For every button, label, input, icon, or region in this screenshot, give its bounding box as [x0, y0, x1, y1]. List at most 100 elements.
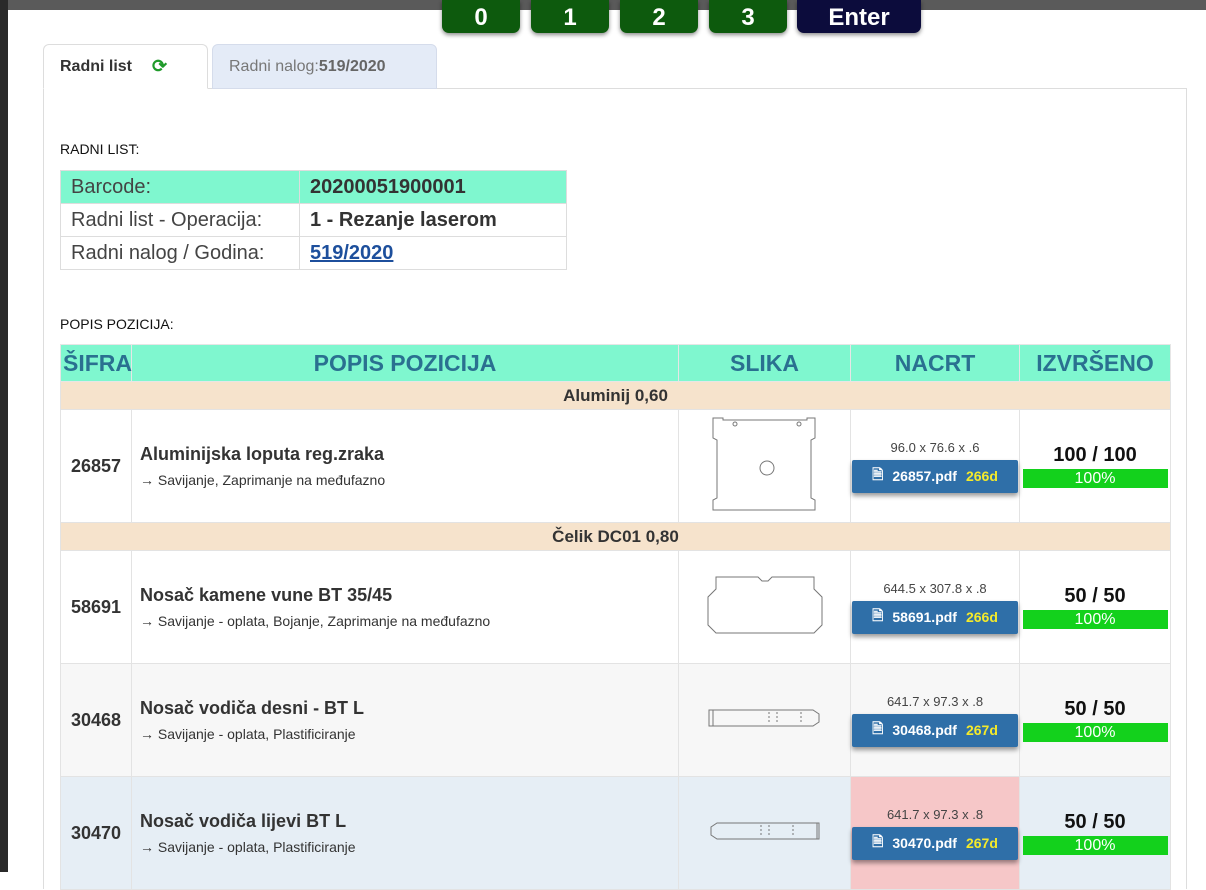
- tab-radni-nalog-value: 519/2020: [318, 57, 386, 75]
- info-key: Barcode:: [60, 170, 300, 204]
- item-thumbnail[interactable]: [678, 550, 851, 664]
- item-description: Nosač kamene vune BT 35/45 → Savijanje -…: [131, 550, 679, 664]
- pdf-download-button[interactable]: 🗎 30470.pdf 267d: [852, 826, 1018, 860]
- item-description: Nosač vodiča lijevi BT L → Savijanje - o…: [131, 776, 679, 890]
- progress-bar: 100%: [1022, 610, 1168, 629]
- item-nacrt-cell: 96.0 x 76.6 x .6 🗎 26857.pdf 266d: [850, 409, 1020, 523]
- column-header-nacrt: NACRT: [850, 344, 1020, 382]
- column-header-slika: SLIKA: [678, 344, 851, 382]
- column-header-izvrseno: IZVRŠENO: [1019, 344, 1171, 382]
- item-done-ratio: 50 / 50: [1064, 585, 1126, 607]
- group-label: Čelik DC01 0,80: [60, 522, 1171, 551]
- progress-bar: 100%: [1022, 836, 1168, 855]
- key-2-button[interactable]: 2: [620, 0, 698, 33]
- item-name: Nosač vodiča desni - BT L: [140, 698, 365, 718]
- window-frame-left: [0, 0, 8, 872]
- item-dimensions: 641.7 x 97.3 x .8: [886, 806, 984, 822]
- item-name: Nosač vodiča lijevi BT L: [140, 811, 347, 831]
- refresh-icon[interactable]: ⟳: [152, 56, 167, 77]
- item-thumbnail[interactable]: [678, 776, 851, 890]
- pdf-file-icon: 🗎: [872, 607, 884, 623]
- column-header-popis: POPIS POZICIJA: [131, 344, 679, 382]
- column-header-sifra: ŠIFRA: [60, 344, 132, 382]
- pdf-age: 267d: [965, 835, 998, 851]
- info-value-cell: 519/2020: [299, 236, 567, 270]
- info-row-operacija: Radni list - Operacija: 1 - Rezanje lase…: [60, 203, 567, 237]
- pdf-filename: 30468.pdf: [892, 722, 957, 738]
- group-row-celik: Čelik DC01 0,80: [60, 522, 1171, 551]
- item-operations: → Savijanje - oplata, Plastificiranje: [140, 839, 356, 855]
- info-row-barcode: Barcode: 20200051900001: [60, 170, 567, 204]
- item-done-cell: 100 / 100 100%: [1019, 409, 1171, 523]
- item-operations: → Savijanje - oplata, Bojanje, Zaprimanj…: [140, 613, 491, 629]
- item-done-cell: 50 / 50 100%: [1019, 663, 1171, 777]
- item-code: 30468: [60, 663, 132, 777]
- item-code: 26857: [60, 409, 132, 523]
- table-header-row: ŠIFRA POPIS POZICIJA SLIKA NACRT IZVRŠEN…: [60, 344, 1171, 382]
- info-row-radni-nalog: Radni nalog / Godina: 519/2020: [60, 236, 567, 270]
- pdf-filename: 26857.pdf: [892, 468, 957, 484]
- part-drawing-image: [712, 417, 815, 510]
- part-drawing-image: [708, 709, 819, 726]
- progress-bar: 100%: [1022, 723, 1168, 742]
- tab-radni-nalog[interactable]: Radni nalog: 519/2020: [212, 44, 437, 89]
- table-row[interactable]: 30468 Nosač vodiča desni - BT L → Savija…: [60, 663, 1171, 777]
- progress-bar: 100%: [1022, 469, 1168, 488]
- pdf-file-icon: 🗎: [872, 833, 884, 849]
- item-code: 58691: [60, 550, 132, 664]
- key-0-button[interactable]: 0: [442, 0, 520, 33]
- item-done-cell: 50 / 50 100%: [1019, 550, 1171, 664]
- item-name: Nosač kamene vune BT 35/45: [140, 585, 393, 605]
- pdf-download-button[interactable]: 🗎 58691.pdf 266d: [852, 600, 1018, 634]
- item-description: Aluminijska loputa reg.zraka → Savijanje…: [131, 409, 679, 523]
- info-value: 20200051900001: [299, 170, 567, 204]
- item-done-cell: 50 / 50 100%: [1019, 776, 1171, 890]
- info-key: Radni list - Operacija:: [60, 203, 300, 237]
- enter-button[interactable]: Enter: [797, 0, 921, 33]
- pdf-age: 267d: [965, 722, 998, 738]
- table-row[interactable]: 26857 Aluminijska loputa reg.zraka → Sav…: [60, 409, 1171, 523]
- part-drawing-image: [707, 576, 822, 633]
- key-3-button[interactable]: 3: [709, 0, 787, 33]
- table-row[interactable]: 58691 Nosač kamene vune BT 35/45 → Savij…: [60, 550, 1171, 664]
- item-nacrt-cell: 641.7 x 97.3 x .8 🗎 30470.pdf 267d: [850, 776, 1020, 890]
- item-done-ratio: 50 / 50: [1064, 811, 1126, 833]
- item-name: Aluminijska loputa reg.zraka: [140, 444, 385, 464]
- item-code: 30470: [60, 776, 132, 890]
- key-1-button[interactable]: 1: [531, 0, 609, 33]
- pdf-age: 266d: [965, 609, 998, 625]
- pdf-filename: 30470.pdf: [892, 835, 957, 851]
- pdf-download-button[interactable]: 🗎 26857.pdf 266d: [852, 459, 1018, 493]
- info-value: 1 - Rezanje laserom: [299, 203, 567, 237]
- item-nacrt-cell: 644.5 x 307.8 x .8 🗎 58691.pdf 266d: [850, 550, 1020, 664]
- radni-list-heading: RADNI LIST:: [60, 141, 140, 157]
- item-operations: → Savijanje - oplata, Plastificiranje: [140, 726, 356, 742]
- tab-radni-list-label: Radni list: [60, 57, 133, 75]
- item-thumbnail[interactable]: [678, 409, 851, 523]
- pdf-file-icon: 🗎: [872, 466, 884, 482]
- item-nacrt-cell: 641.7 x 97.3 x .8 🗎 30468.pdf 267d: [850, 663, 1020, 777]
- item-thumbnail[interactable]: [678, 663, 851, 777]
- group-row-aluminij: Aluminij 0,60: [60, 381, 1171, 410]
- popis-pozicija-table: ŠIFRA POPIS POZICIJA SLIKA NACRT IZVRŠEN…: [60, 344, 1171, 890]
- item-dimensions: 641.7 x 97.3 x .8: [886, 693, 984, 709]
- part-drawing-image: [710, 822, 819, 839]
- pdf-filename: 58691.pdf: [892, 609, 957, 625]
- tab-radni-nalog-label: Radni nalog:: [229, 57, 319, 75]
- tab-radni-list[interactable]: Radni list ⟳: [43, 44, 208, 89]
- info-key: Radni nalog / Godina:: [60, 236, 300, 270]
- item-dimensions: 644.5 x 307.8 x .8: [883, 580, 987, 596]
- item-done-ratio: 50 / 50: [1064, 698, 1126, 720]
- item-operations: → Savijanje, Zaprimanje na međufazno: [140, 472, 386, 488]
- item-dimensions: 96.0 x 76.6 x .6: [890, 439, 980, 455]
- pdf-age: 266d: [965, 468, 998, 484]
- pdf-download-button[interactable]: 🗎 30468.pdf 267d: [852, 713, 1018, 747]
- table-row[interactable]: 30470 Nosač vodiča lijevi BT L → Savijan…: [60, 776, 1171, 890]
- item-description: Nosač vodiča desni - BT L → Savijanje - …: [131, 663, 679, 777]
- pdf-file-icon: 🗎: [872, 720, 884, 736]
- popis-pozicija-heading: POPIS POZICIJA:: [60, 316, 174, 332]
- radni-list-info-table: Barcode: 20200051900001 Radni list - Ope…: [60, 170, 567, 270]
- radni-nalog-link[interactable]: 519/2020: [310, 242, 393, 264]
- group-label: Aluminij 0,60: [60, 381, 1171, 410]
- item-done-ratio: 100 / 100: [1053, 444, 1137, 466]
